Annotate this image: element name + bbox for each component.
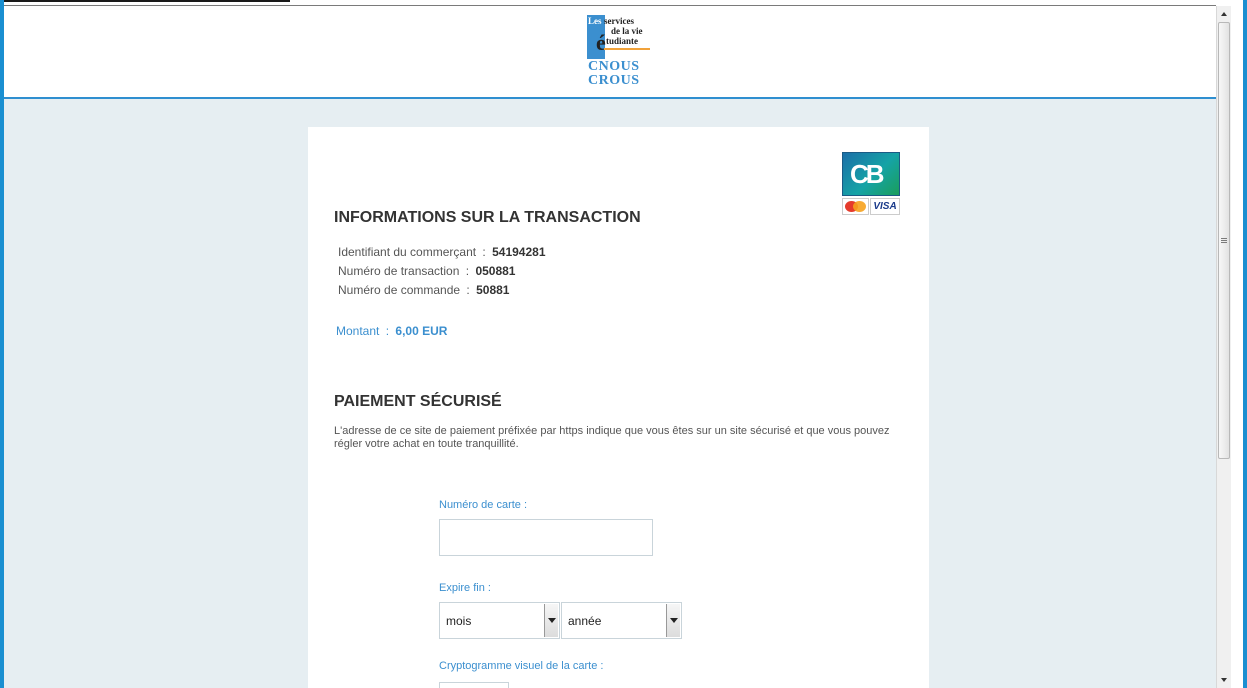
cvv-label: Cryptogramme visuel de la carte : bbox=[439, 660, 604, 672]
cb-label: CB bbox=[850, 159, 885, 189]
transaction-row: Numéro de transaction : 050881 bbox=[338, 264, 515, 278]
amount-separator: : bbox=[385, 324, 390, 338]
logo-les: Les bbox=[588, 16, 602, 26]
logo-e-initial: é bbox=[596, 30, 606, 55]
order-label: Numéro de commande bbox=[338, 283, 461, 297]
visa-icon: VISA bbox=[870, 198, 900, 215]
merchant-row: Identifiant du commerçant : 54194281 bbox=[338, 245, 546, 259]
expiry-year-value: année bbox=[568, 614, 602, 628]
payment-card: CB VISA INFORMATIONS SUR LA TRANSACTION … bbox=[308, 127, 929, 688]
cvv-input[interactable] bbox=[439, 682, 509, 688]
card-number-label: Numéro de carte : bbox=[439, 499, 528, 511]
order-separator: : bbox=[466, 283, 470, 297]
logo-rule bbox=[604, 48, 650, 50]
expiry-year-select[interactable]: année bbox=[561, 602, 682, 639]
secure-payment-title: PAIEMENT SÉCURISÉ bbox=[334, 393, 502, 410]
amount-row: Montant : 6,00 EUR bbox=[336, 324, 447, 338]
logo-de-la-vie: de la vie bbox=[611, 26, 643, 36]
transaction-separator: : bbox=[465, 264, 470, 278]
transaction-label: Numéro de transaction bbox=[338, 264, 460, 278]
order-row: Numéro de commande : 50881 bbox=[338, 283, 509, 297]
merchant-value: 54194281 bbox=[492, 245, 546, 259]
cnous-crous-logo: Les services de la vie é tudiante CNOUS … bbox=[587, 15, 651, 93]
chevron-down-icon[interactable] bbox=[666, 604, 680, 637]
logo-crous: CROUS bbox=[588, 73, 640, 88]
transaction-value: 050881 bbox=[475, 264, 516, 278]
merchant-label: Identifiant du commerçant bbox=[338, 245, 477, 259]
secure-note: L'adresse de ce site de paiement préfixé… bbox=[334, 425, 890, 450]
site-header: Les services de la vie é tudiante CNOUS … bbox=[4, 6, 1216, 99]
chevron-down-icon[interactable] bbox=[544, 604, 558, 637]
amount-value: 6,00 EUR bbox=[395, 324, 448, 338]
vertical-scrollbar[interactable] bbox=[1216, 6, 1231, 688]
card-number-input[interactable] bbox=[439, 519, 653, 556]
order-value: 50881 bbox=[476, 283, 510, 297]
cb-icon: CB bbox=[842, 152, 900, 196]
scroll-down-arrow-icon[interactable] bbox=[1217, 673, 1231, 688]
scrollbar-thumb[interactable] bbox=[1218, 22, 1230, 459]
transaction-title: INFORMATIONS SUR LA TRANSACTION bbox=[334, 209, 641, 226]
top-strip-bar bbox=[4, 0, 290, 2]
grip-icon bbox=[1221, 238, 1227, 239]
scroll-up-arrow-icon[interactable] bbox=[1217, 6, 1231, 21]
logo-cnous: CNOUS bbox=[588, 59, 640, 74]
expiry-label: Expire fin : bbox=[439, 582, 491, 594]
amount-label: Montant bbox=[336, 324, 380, 338]
expiry-month-select[interactable]: mois bbox=[439, 602, 560, 639]
expiry-month-value: mois bbox=[446, 614, 472, 628]
mastercard-icon bbox=[842, 198, 869, 215]
logo-services: services bbox=[604, 16, 634, 26]
payment-brands-logo: CB VISA bbox=[842, 152, 900, 215]
logo-tudiante: tudiante bbox=[606, 36, 639, 46]
merchant-separator: : bbox=[482, 245, 486, 259]
page: Les services de la vie é tudiante CNOUS … bbox=[4, 6, 1216, 688]
